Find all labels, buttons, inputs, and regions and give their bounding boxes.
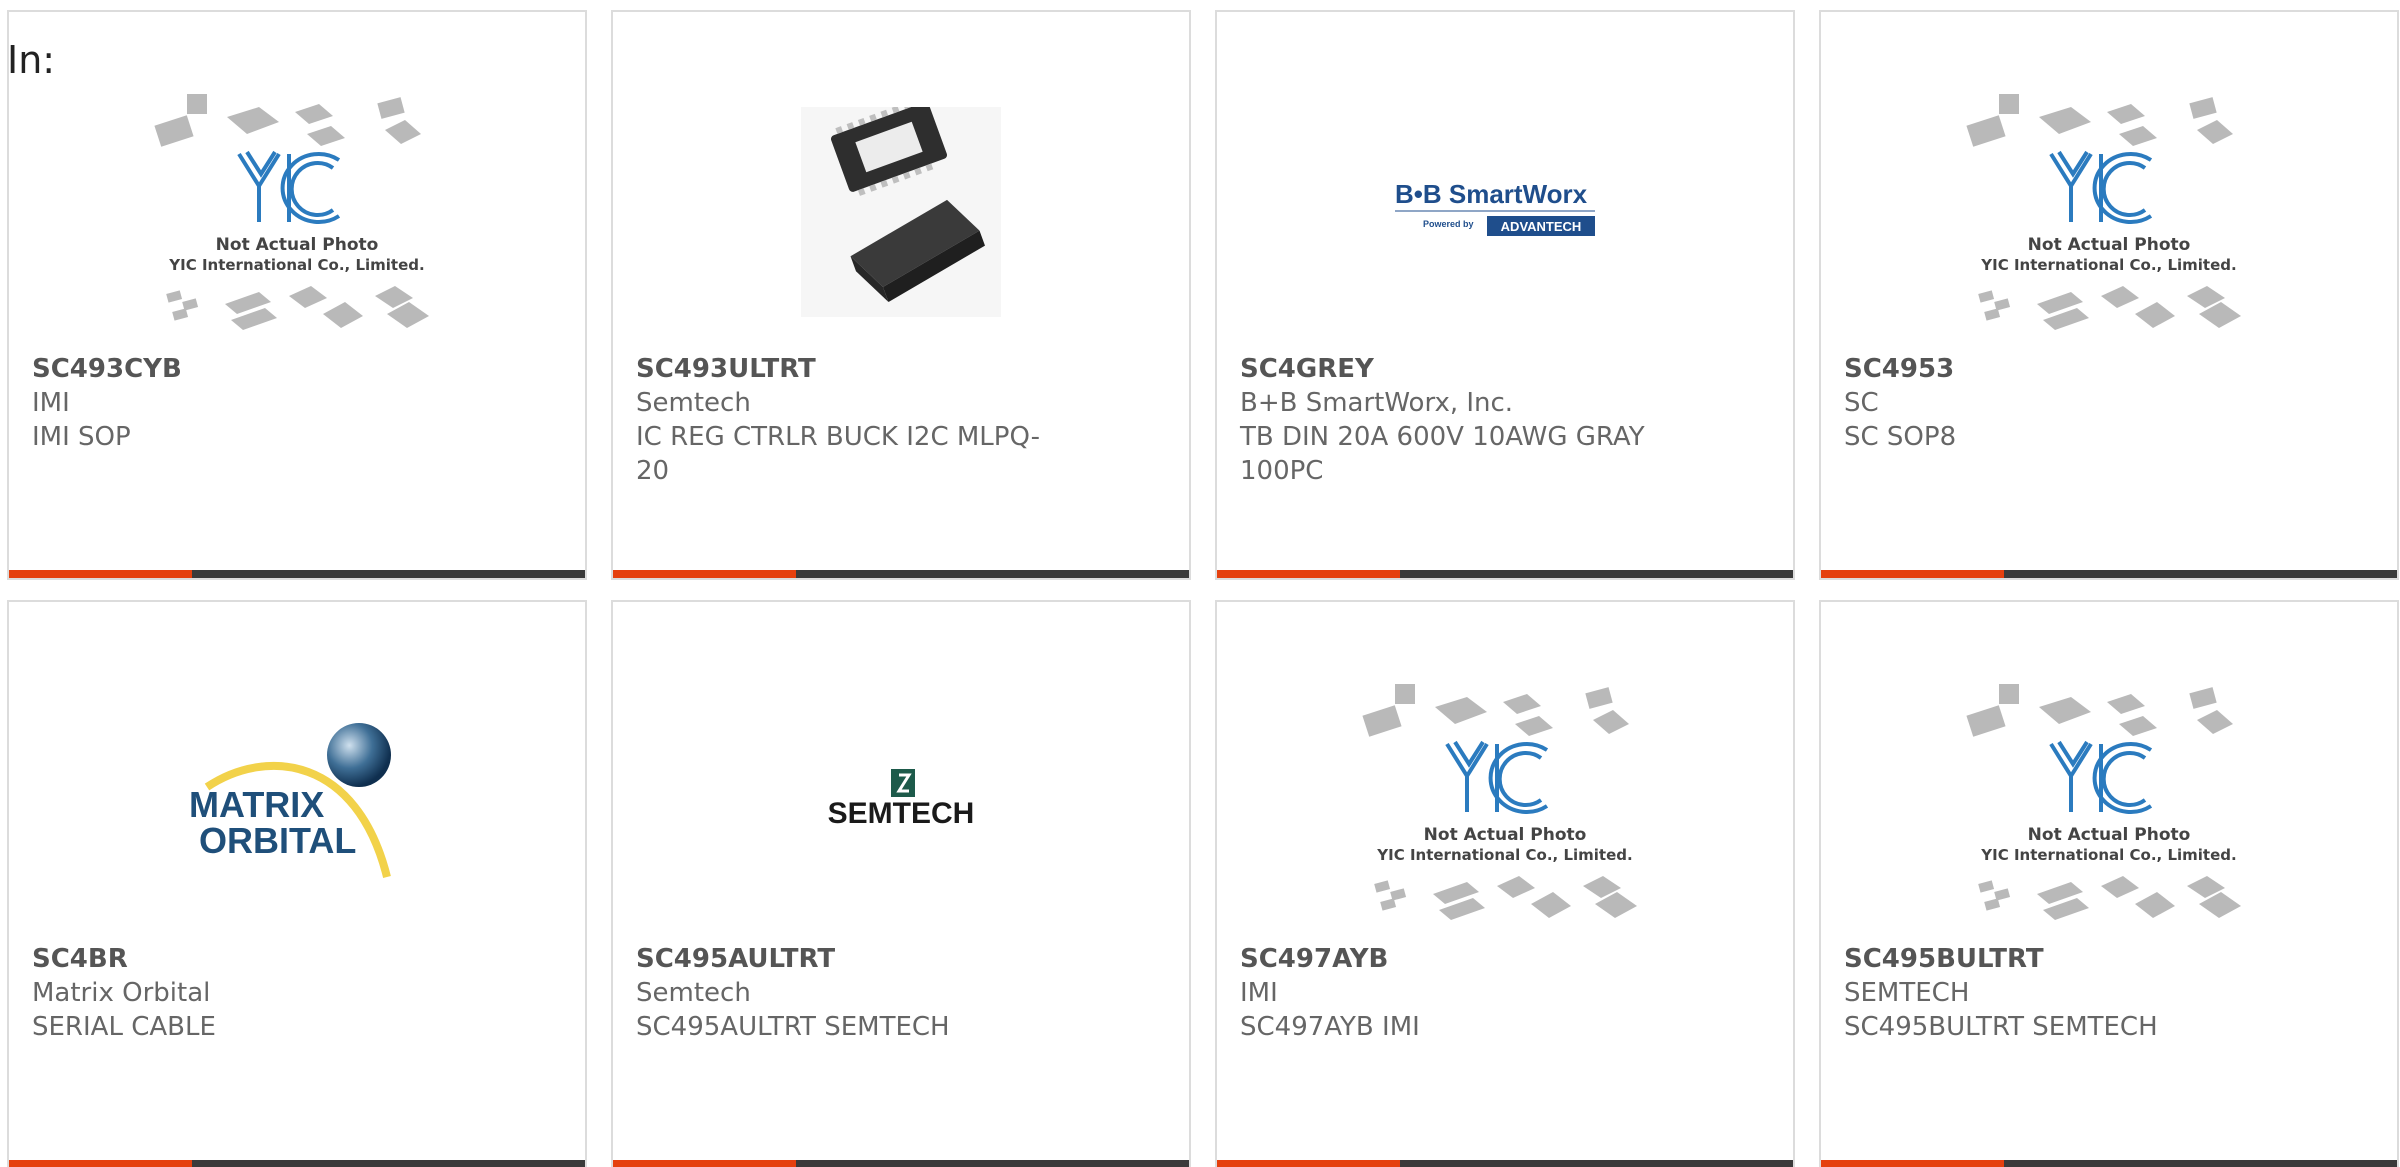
card-bottom-bar: [613, 570, 1189, 578]
description: SC495BULTRT SEMTECH: [1844, 1012, 2158, 1042]
product-card[interactable]: Not Actual Photo YIC International Co., …: [1215, 600, 1795, 1167]
svg-text:ADVANTECH: ADVANTECH: [1501, 219, 1582, 234]
product-grid: Not Actual Photo YIC International Co., …: [7, 10, 2399, 1167]
product-info: SC495BULTRT SEMTECH SC495BULTRT SEMTECH: [1844, 942, 2364, 1044]
yic-placeholder-icon: Not Actual Photo YIC International Co., …: [1966, 684, 2241, 920]
product-info: SC497AYB IMI SC497AYB IMI: [1240, 942, 1760, 1044]
description: TB DIN 20A 600V 10AWG GRAY 100PC: [1240, 422, 1645, 486]
svg-text:MATRIX: MATRIX: [189, 784, 324, 825]
yic-placeholder-icon: Not Actual Photo YIC International Co., …: [1362, 684, 1637, 920]
manufacturer: Semtech: [636, 978, 751, 1008]
card-accent-bar: [1821, 1160, 2004, 1167]
product-image[interactable]: Not Actual Photo YIC International Co., …: [1821, 67, 2397, 357]
card-bottom-bar: [1217, 570, 1793, 578]
qfn-chip-icon: [801, 107, 1001, 317]
card-bottom-bar: [9, 570, 585, 578]
part-number[interactable]: SC497AYB: [1240, 942, 1760, 976]
card-accent-bar: [613, 1160, 796, 1167]
svg-text:Not Actual Photo: Not Actual Photo: [2028, 825, 2191, 845]
manufacturer: Matrix Orbital: [32, 978, 211, 1008]
product-info: SC493ULTRT Semtech IC REG CTRLR BUCK I2C…: [636, 352, 1156, 488]
product-image[interactable]: [613, 67, 1189, 357]
card-bottom-bar: [613, 1160, 1189, 1167]
manufacturer: IMI: [1240, 978, 1278, 1008]
card-accent-bar: [9, 1160, 192, 1167]
card-bottom-bar: [1821, 1160, 2397, 1167]
part-number[interactable]: SC493ULTRT: [636, 352, 1156, 386]
product-grid-page: In: Not Actual Photo YIC International C…: [0, 0, 2400, 1167]
part-number[interactable]: SC4953: [1844, 352, 2364, 386]
product-info: SC495AULTRT Semtech SC495AULTRT SEMTECH: [636, 942, 1156, 1044]
description: SERIAL CABLE: [32, 1012, 216, 1042]
product-image[interactable]: Not Actual Photo YIC International Co., …: [1821, 657, 2397, 947]
part-number[interactable]: SC495BULTRT: [1844, 942, 2364, 976]
description: IC REG CTRLR BUCK I2C MLPQ-20: [636, 422, 1041, 486]
yic-placeholder-icon: Not Actual Photo YIC International Co., …: [1966, 94, 2241, 330]
product-card[interactable]: Not Actual Photo YIC International Co., …: [7, 10, 587, 580]
product-image[interactable]: Not Actual Photo YIC International Co., …: [1217, 657, 1793, 947]
card-accent-bar: [1821, 570, 2004, 578]
product-card[interactable]: B•B SmartWorx Powered by ADVANTECH SC4GR…: [1215, 10, 1795, 580]
card-bottom-bar: [9, 1160, 585, 1167]
manufacturer: Semtech: [636, 388, 751, 418]
card-accent-bar: [1217, 1160, 1400, 1167]
product-card[interactable]: MATRIX ORBITAL SC4BR Matrix Orbital SERI…: [7, 600, 587, 1167]
description: SC497AYB IMI: [1240, 1012, 1420, 1042]
svg-text:Not Actual Photo: Not Actual Photo: [1424, 825, 1587, 845]
svg-text:Powered by: Powered by: [1423, 219, 1474, 229]
card-bottom-bar: [1821, 570, 2397, 578]
manufacturer: IMI: [32, 388, 70, 418]
product-card[interactable]: SEMTECH SC495AULTRT Semtech SC495AULTRT …: [611, 600, 1191, 1167]
svg-text:Not Actual Photo: Not Actual Photo: [216, 235, 379, 255]
in-label: In:: [7, 38, 56, 82]
svg-text:YIC International Co., Limited: YIC International Co., Limited.: [168, 256, 424, 274]
card-accent-bar: [613, 570, 796, 578]
manufacturer: SC: [1844, 388, 1879, 418]
svg-text:YIC International Co., Limited: YIC International Co., Limited.: [1376, 846, 1632, 864]
description: IMI SOP: [32, 422, 131, 452]
product-image[interactable]: MATRIX ORBITAL: [9, 657, 585, 947]
svg-text:YIC International Co., Limited: YIC International Co., Limited.: [1980, 256, 2236, 274]
product-card[interactable]: SC493ULTRT Semtech IC REG CTRLR BUCK I2C…: [611, 10, 1191, 580]
description: SC SOP8: [1844, 422, 1957, 452]
manufacturer: B+B SmartWorx, Inc.: [1240, 388, 1514, 418]
product-card[interactable]: Not Actual Photo YIC International Co., …: [1819, 10, 2399, 580]
description: SC495AULTRT SEMTECH: [636, 1012, 950, 1042]
semtech-logo: SEMTECH: [828, 769, 975, 830]
svg-text:SEMTECH: SEMTECH: [828, 797, 975, 830]
product-image[interactable]: Not Actual Photo YIC International Co., …: [9, 67, 585, 357]
part-number[interactable]: SC493CYB: [32, 352, 552, 386]
svg-text:Not Actual Photo: Not Actual Photo: [2028, 235, 2191, 255]
product-info: SC4GREY B+B SmartWorx, Inc. TB DIN 20A 6…: [1240, 352, 1760, 488]
yic-placeholder-icon: Not Actual Photo YIC International Co., …: [154, 94, 429, 330]
product-card[interactable]: Not Actual Photo YIC International Co., …: [1819, 600, 2399, 1167]
product-info: SC4BR Matrix Orbital SERIAL CABLE: [32, 942, 552, 1044]
svg-text:B•B SmartWorx: B•B SmartWorx: [1395, 179, 1588, 209]
matrix-orbital-logo: MATRIX ORBITAL: [189, 723, 391, 878]
svg-text:ORBITAL: ORBITAL: [199, 820, 356, 861]
manufacturer: SEMTECH: [1844, 978, 1970, 1008]
product-info: SC493CYB IMI IMI SOP: [32, 352, 552, 454]
product-info: SC4953 SC SC SOP8: [1844, 352, 2364, 454]
card-bottom-bar: [1217, 1160, 1793, 1167]
card-accent-bar: [9, 570, 192, 578]
product-image[interactable]: B•B SmartWorx Powered by ADVANTECH: [1217, 67, 1793, 357]
part-number[interactable]: SC4GREY: [1240, 352, 1760, 386]
bb-smartworx-logo: B•B SmartWorx Powered by ADVANTECH: [1395, 179, 1595, 236]
part-number[interactable]: SC495AULTRT: [636, 942, 1156, 976]
card-accent-bar: [1217, 570, 1400, 578]
part-number[interactable]: SC4BR: [32, 942, 552, 976]
svg-text:YIC International Co., Limited: YIC International Co., Limited.: [1980, 846, 2236, 864]
product-image[interactable]: SEMTECH: [613, 657, 1189, 947]
